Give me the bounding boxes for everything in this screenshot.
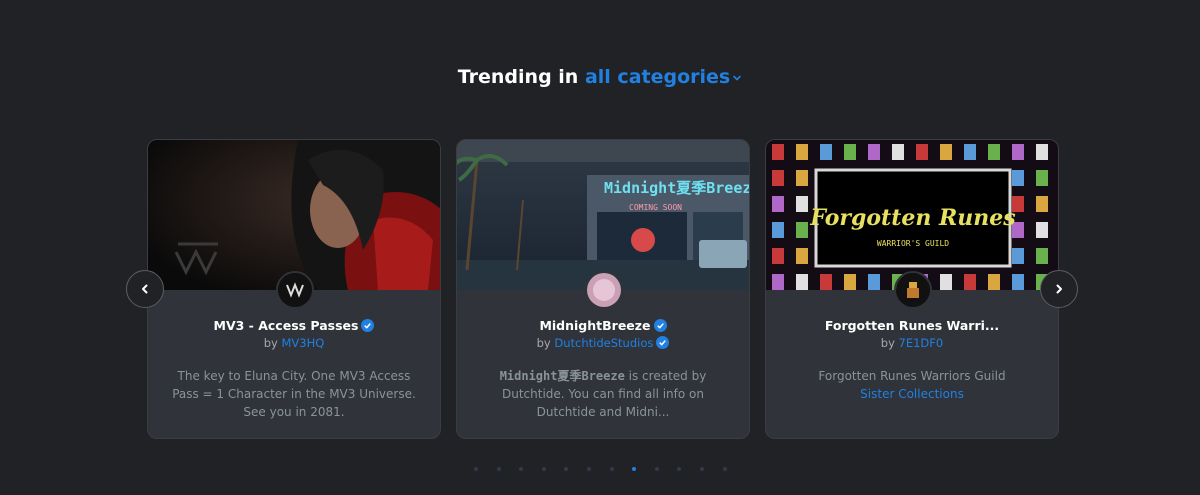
pixel-sprite bbox=[796, 196, 808, 212]
collection-description: Forgotten Runes Warriors Guild Sister Co… bbox=[788, 367, 1036, 403]
chevron-left-icon bbox=[142, 284, 148, 294]
pixel-sprite bbox=[1036, 170, 1048, 186]
chevron-right-icon bbox=[1056, 284, 1062, 294]
collection-banner: Midnight夏季Breeze COMING SOON bbox=[457, 140, 749, 290]
pixel-sprite bbox=[940, 144, 952, 160]
collection-card[interactable]: Forgotten Runes WARRIOR'S GUILD Forgotte… bbox=[765, 139, 1059, 439]
pixel-sprite bbox=[820, 274, 832, 290]
collection-banner: Forgotten Runes WARRIOR'S GUILD bbox=[766, 140, 1058, 290]
pixel-sprite bbox=[868, 144, 880, 160]
verified-badge-icon bbox=[653, 319, 667, 332]
carousel-dot[interactable] bbox=[519, 467, 524, 471]
collection-card[interactable]: MV3 - Access Passes by MV3HQ The key to … bbox=[147, 139, 441, 439]
collection-banner bbox=[148, 140, 440, 290]
pixel-sprite bbox=[1036, 144, 1048, 160]
by-label: by bbox=[263, 336, 278, 350]
creator-link[interactable]: MV3HQ bbox=[281, 336, 324, 350]
category-dropdown[interactable]: all categories bbox=[585, 66, 742, 88]
chevron-down-icon bbox=[733, 75, 742, 81]
carousel-dot[interactable] bbox=[654, 467, 659, 471]
creator-line: by 7E1DF0 bbox=[766, 336, 1058, 350]
collection-title: Forgotten Runes Warri... bbox=[824, 318, 1000, 333]
collection-card[interactable]: Midnight夏季Breeze COMING SOON MidnightBre… bbox=[456, 139, 750, 439]
carousel-next-button[interactable] bbox=[1040, 270, 1078, 308]
verified-badge-icon bbox=[361, 319, 375, 332]
pixel-sprite bbox=[1012, 144, 1024, 160]
pixel-sprite bbox=[796, 170, 808, 186]
pixel-sprite bbox=[796, 274, 808, 290]
pixel-sprite bbox=[772, 144, 784, 160]
category-dropdown-label: all categories bbox=[584, 66, 731, 88]
pixel-sprite bbox=[1012, 248, 1024, 264]
collection-name: MidnightBreeze bbox=[539, 318, 651, 333]
pixel-sprite bbox=[1036, 222, 1048, 238]
pixel-sprite bbox=[1036, 196, 1048, 212]
description-brand: Midnight夏季Breeze bbox=[499, 369, 625, 383]
pixel-sprite bbox=[988, 274, 1000, 290]
sister-collections-link[interactable]: Sister Collections bbox=[788, 385, 1036, 403]
collection-avatar bbox=[894, 271, 932, 309]
banner-sign: Midnight夏季Breeze bbox=[604, 179, 749, 197]
carousel-dot[interactable] bbox=[609, 467, 614, 471]
pixel-sprite bbox=[1036, 248, 1048, 264]
pixel-sprite bbox=[796, 248, 808, 264]
carousel-dot[interactable] bbox=[722, 467, 727, 471]
creator-line: by DutchtideStudios bbox=[457, 336, 749, 350]
verified-badge-icon bbox=[656, 336, 670, 349]
pixel-sprite bbox=[1012, 274, 1024, 290]
description-text: Forgotten Runes Warriors Guild bbox=[818, 369, 1006, 383]
pixel-sprite bbox=[772, 196, 784, 212]
by-label: by bbox=[536, 336, 551, 350]
creator-link[interactable]: DutchtideStudios bbox=[554, 336, 653, 350]
pixel-sprite bbox=[796, 222, 808, 238]
carousel-prev-button[interactable] bbox=[126, 270, 164, 308]
section-title: Trending in all categories bbox=[0, 66, 1200, 88]
banner-title: Forgotten Runes bbox=[809, 205, 1015, 231]
collection-name: MV3 - Access Passes bbox=[213, 318, 359, 333]
pixel-sprite bbox=[844, 144, 856, 160]
banner-subtitle: COMING SOON bbox=[629, 203, 682, 212]
collection-title: MV3 - Access Passes bbox=[148, 318, 440, 333]
pixel-sprite bbox=[844, 274, 856, 290]
carousel-dot[interactable] bbox=[474, 467, 478, 471]
creator-link[interactable]: 7E1DF0 bbox=[899, 336, 944, 350]
carousel-dot[interactable] bbox=[496, 467, 501, 471]
collection-description: Midnight夏季Breeze is created by Dutchtide… bbox=[479, 367, 727, 421]
pixel-sprite bbox=[772, 274, 784, 290]
pixel-sprite bbox=[868, 274, 880, 290]
pixel-sprite bbox=[772, 222, 784, 238]
carousel-dot[interactable] bbox=[632, 467, 637, 471]
pixel-sprite bbox=[964, 274, 976, 290]
pixel-sprite bbox=[796, 144, 808, 160]
pixel-sprite bbox=[964, 144, 976, 160]
carousel-dot[interactable] bbox=[677, 467, 682, 471]
pixel-sprite bbox=[916, 144, 928, 160]
pixel-sprite bbox=[772, 170, 784, 186]
section-title-prefix: Trending in bbox=[457, 66, 579, 88]
pixel-sprite bbox=[772, 248, 784, 264]
collection-avatar bbox=[585, 271, 623, 309]
creator-line: by MV3HQ bbox=[148, 336, 440, 350]
pixel-sprite bbox=[1012, 170, 1024, 186]
collection-description: The key to Eluna City. One MV3 Access Pa… bbox=[172, 369, 416, 419]
carousel-dot[interactable] bbox=[700, 467, 704, 471]
collection-title: MidnightBreeze bbox=[457, 318, 749, 333]
pixel-sprite bbox=[892, 144, 904, 160]
carousel-dot[interactable] bbox=[564, 467, 569, 471]
pixel-sprite bbox=[988, 144, 1000, 160]
carousel-dot[interactable] bbox=[541, 467, 546, 471]
carousel-dot[interactable] bbox=[587, 467, 591, 471]
collection-avatar bbox=[276, 271, 314, 309]
by-label: by bbox=[880, 336, 895, 350]
pixel-sprite bbox=[940, 274, 952, 290]
banner-subtitle: WARRIOR'S GUILD bbox=[877, 239, 949, 248]
pixel-sprite bbox=[820, 144, 832, 160]
